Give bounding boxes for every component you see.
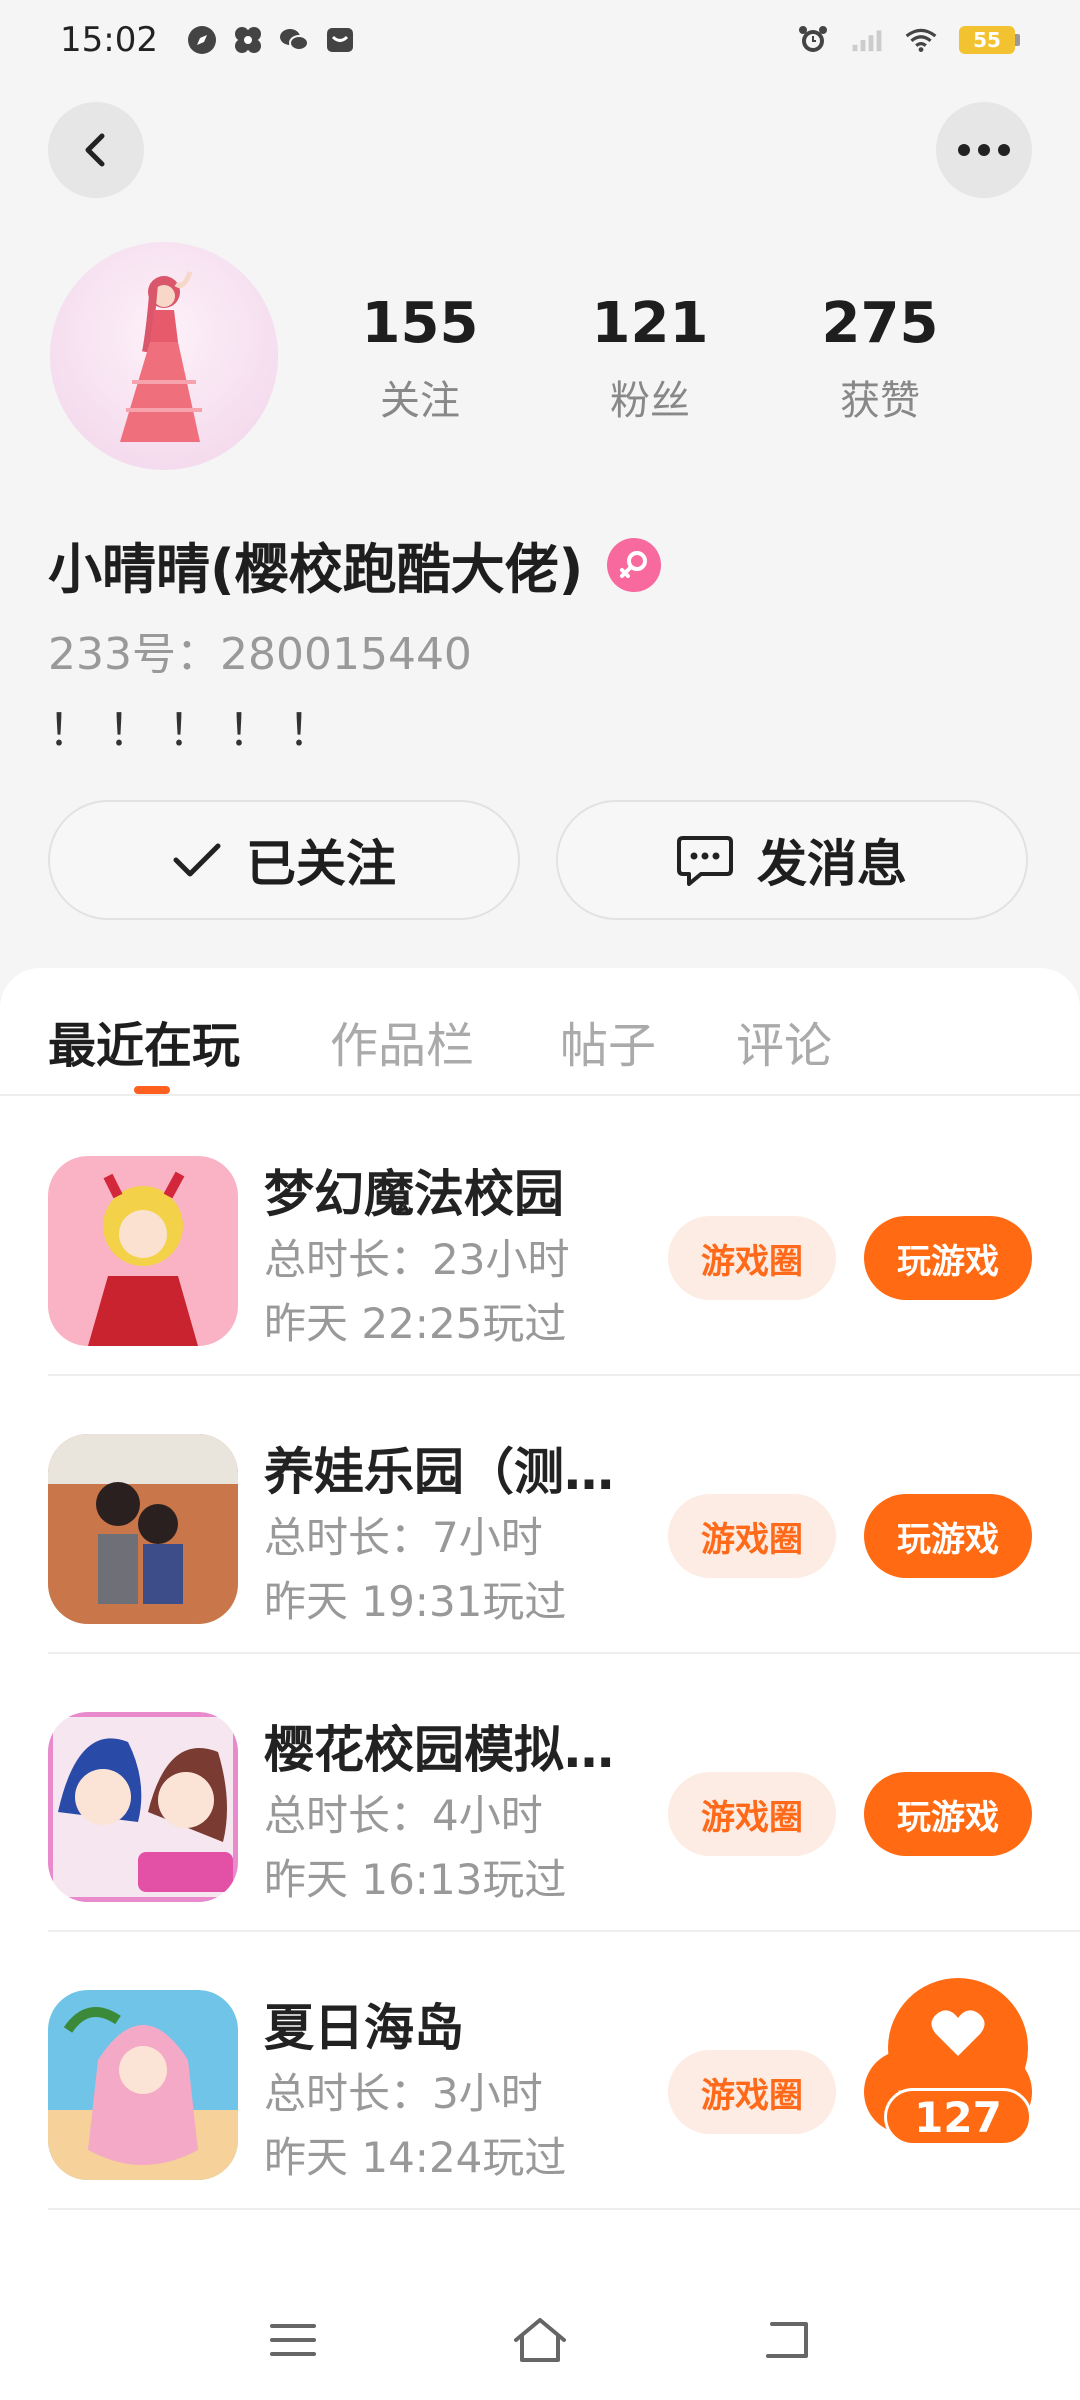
stat-following-label: 关注	[380, 378, 460, 424]
avatar-image	[120, 271, 202, 442]
wechat-status-icon	[279, 29, 309, 51]
avatar[interactable]	[50, 242, 278, 470]
game-duration: 总时长：4小时	[264, 1791, 543, 1840]
status-time: 15:02	[60, 20, 158, 60]
tab-comments[interactable]: 评论	[736, 1006, 832, 1076]
stat-followers[interactable]: 121 粉丝	[570, 292, 730, 426]
game-icon-dream-magic-school[interactable]	[48, 1156, 238, 1346]
send-message-button[interactable]: 发消息	[556, 800, 1028, 920]
stat-following[interactable]: 155 关注	[340, 292, 500, 426]
home-button[interactable]	[500, 2300, 580, 2380]
check-icon	[173, 843, 221, 877]
game-list-item[interactable]: 樱花校园模拟… 总时长：4小时 昨天 16:13玩过 游戏圈 玩游戏	[0, 1654, 1080, 1932]
mail-status-icon	[326, 28, 353, 52]
game-list-item[interactable]: 梦幻魔法校园 总时长：23小时 昨天 22:25玩过 游戏圈 玩游戏	[0, 1098, 1080, 1376]
compass-status-icon	[187, 26, 216, 54]
name-row: 小晴晴(樱校跑酷大佬)	[48, 525, 662, 604]
game-duration: 总时长：23小时	[264, 1235, 570, 1284]
tab-posts[interactable]: 帖子	[560, 1006, 656, 1076]
game-circle-button[interactable]: 游戏圈	[668, 2050, 836, 2134]
game-title: 梦幻魔法校园	[264, 1165, 564, 1223]
stat-likes-label: 获赞	[840, 378, 920, 424]
game-list-item[interactable]: 养娃乐园（测… 总时长：7小时 昨天 19:31玩过 游戏圈 玩游戏	[0, 1376, 1080, 1654]
stat-followers-count: 121	[591, 291, 709, 356]
more-button[interactable]	[936, 102, 1032, 198]
game-last-played: 昨天 16:13玩过	[264, 1855, 567, 1904]
play-game-button[interactable]: 玩游戏	[864, 1494, 1032, 1578]
signal-icon	[852, 30, 882, 52]
menu-icon	[270, 2324, 317, 2356]
stat-likes[interactable]: 275 获赞	[800, 292, 960, 426]
game-icon-summer-island[interactable]	[48, 1990, 238, 2180]
status-bar: 15:02 55	[0, 0, 1080, 80]
battery-level: 55	[959, 26, 1015, 54]
divider	[48, 2208, 1080, 2210]
user-bio: ！！！！！	[48, 705, 348, 756]
game-circle-button[interactable]: 游戏圈	[668, 1216, 836, 1300]
wifi-icon	[905, 28, 937, 52]
game-last-played: 昨天 19:31玩过	[264, 1577, 567, 1626]
game-duration: 总时长：7小时	[264, 1513, 543, 1562]
profile-stats: 155 关注 121 粉丝 275 获赞	[340, 292, 960, 426]
status-left: 15:02	[60, 20, 356, 60]
game-last-played: 昨天 14:24玩过	[264, 2133, 567, 2182]
game-last-played: 昨天 22:25玩过	[264, 1299, 567, 1348]
followed-button-label: 已关注	[246, 835, 396, 893]
back-nav-button[interactable]	[747, 2300, 827, 2380]
tab-works[interactable]: 作品栏	[330, 1006, 474, 1076]
heart-icon	[931, 2010, 985, 2056]
game-title: 养娃乐园（测…	[264, 1443, 614, 1501]
recent-apps-button[interactable]	[253, 2300, 333, 2380]
battery-indicator: 55	[959, 26, 1020, 54]
game-circle-button[interactable]: 游戏圈	[668, 1772, 836, 1856]
more-icon	[958, 144, 1010, 156]
back-button[interactable]	[48, 102, 144, 198]
battery-tip	[1015, 34, 1020, 46]
chat-bubble-icon	[677, 836, 733, 886]
game-title: 樱花校园模拟…	[264, 1721, 614, 1779]
game-icon-baby-paradise[interactable]	[48, 1434, 238, 1624]
play-game-button[interactable]: 玩游戏	[864, 1216, 1032, 1300]
user-name: 小晴晴(樱校跑酷大佬)	[48, 538, 584, 601]
stat-followers-label: 粉丝	[610, 378, 690, 424]
game-icon-sakura-school-simulator[interactable]	[48, 1712, 238, 1902]
play-game-button[interactable]: 玩游戏	[864, 1772, 1032, 1856]
pinwheel-status-icon	[234, 27, 261, 53]
stat-following-count: 155	[361, 291, 479, 356]
tab-bar: 最近在玩 作品栏 帖子 评论	[0, 968, 1080, 1096]
female-gender-icon	[607, 537, 662, 592]
followed-button[interactable]: 已关注	[48, 800, 520, 920]
active-tab-indicator	[134, 1086, 170, 1094]
user-id: 233号：280015440	[48, 629, 472, 680]
back-nav-icon	[765, 2322, 808, 2358]
tab-recently-played[interactable]: 最近在玩	[48, 1006, 240, 1076]
like-count: 127	[884, 2088, 1032, 2146]
game-duration: 总时长：3小时	[264, 2069, 543, 2118]
stat-likes-count: 275	[821, 291, 939, 356]
alarm-icon	[799, 26, 827, 52]
send-message-label: 发消息	[757, 835, 907, 893]
game-circle-button[interactable]: 游戏圈	[668, 1494, 836, 1578]
status-right: 55	[797, 24, 1020, 56]
back-icon	[85, 133, 105, 167]
system-nav-bar	[0, 2280, 1080, 2400]
game-title: 夏日海岛	[264, 1999, 464, 2057]
content-panel: 最近在玩 作品栏 帖子 评论 梦幻魔法校园 总时长：23小时 昨天 22:25玩…	[0, 968, 1080, 2400]
home-icon	[513, 2318, 566, 2362]
floating-like-button[interactable]: 127	[884, 1978, 1032, 2148]
